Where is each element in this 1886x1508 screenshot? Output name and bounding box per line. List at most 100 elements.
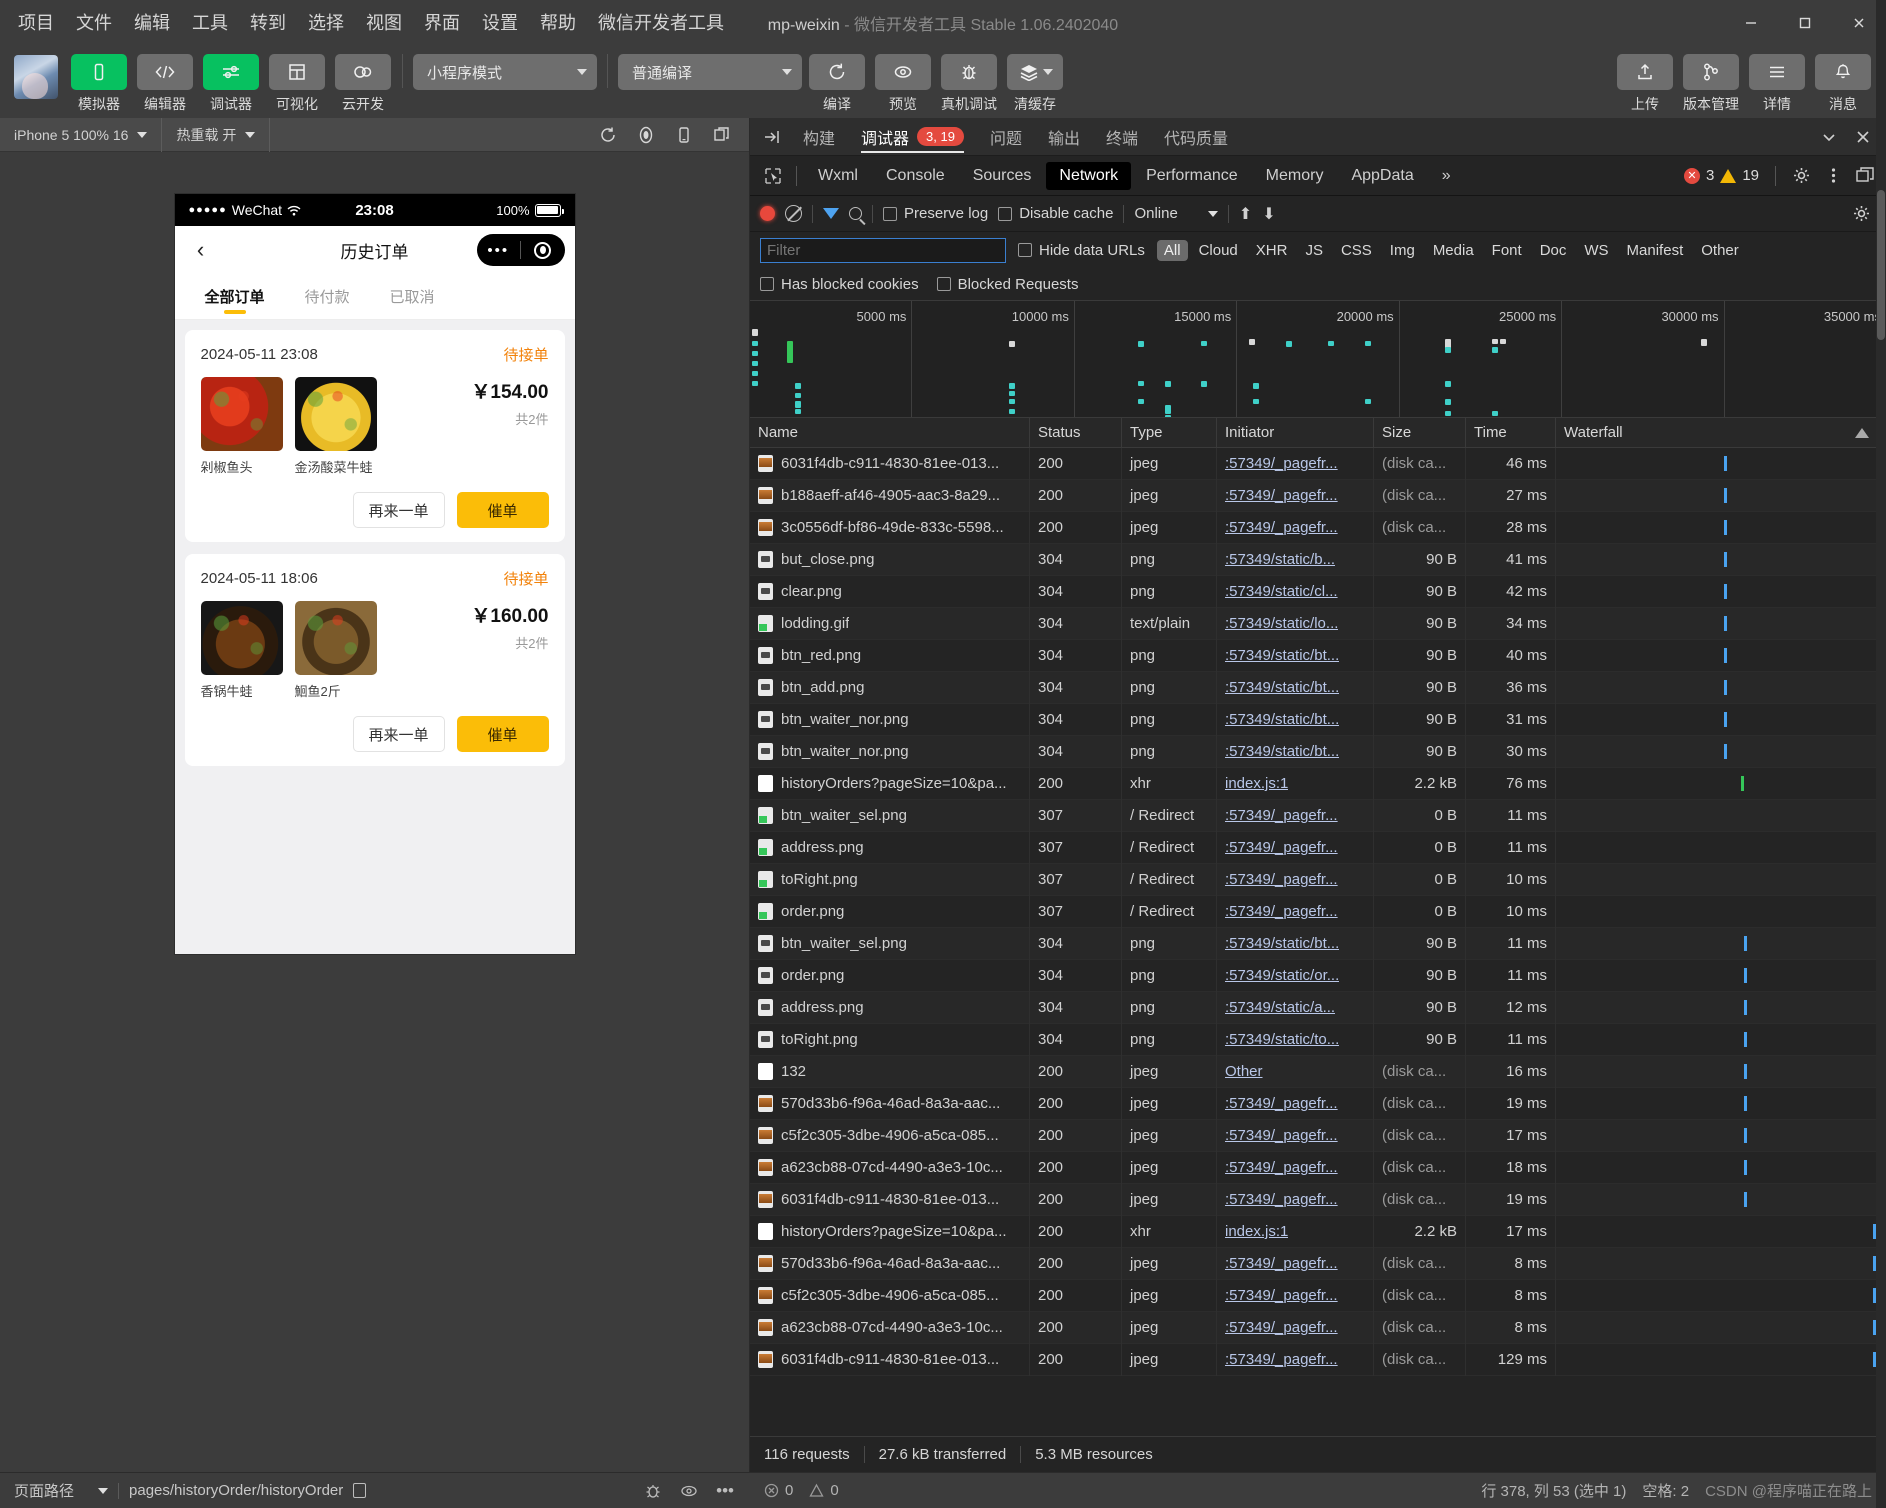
panel-tab-sources[interactable]: Sources [960, 162, 1045, 190]
initiator-link[interactable]: :57349/static/to... [1225, 1031, 1339, 1048]
close-capsule-icon[interactable] [521, 241, 565, 259]
panel-tab-memory[interactable]: Memory [1253, 162, 1337, 190]
devtools-top-tab-0[interactable]: 构建 [790, 118, 848, 156]
initiator-link[interactable]: :57349/static/bt... [1225, 711, 1339, 728]
toolbar-action-2[interactable]: 真机调试 [940, 54, 998, 114]
initiator-link[interactable]: :57349/_pagefr... [1225, 1127, 1338, 1144]
panel-tab-wxml[interactable]: Wxml [805, 162, 871, 190]
compile-select[interactable]: 普通编译 [618, 54, 802, 90]
table-row[interactable]: order.png 304 png:57349/static/or... 90 B 11… [750, 959, 1886, 992]
type-filter-manifest[interactable]: Manifest [1620, 240, 1691, 261]
table-scrollbar[interactable] [1876, 0, 1886, 1508]
table-row[interactable]: lodding.gif 304 text/plain:57349/static/lo… [750, 607, 1886, 640]
urge-order-button[interactable]: 催单 [456, 716, 549, 752]
type-filter-img[interactable]: Img [1383, 240, 1422, 261]
record-network-icon[interactable] [760, 206, 775, 221]
type-filter-js[interactable]: JS [1298, 240, 1330, 261]
toolbar-action-1[interactable]: 预览 [874, 54, 932, 114]
column-header-name[interactable]: Name [750, 418, 1030, 448]
toolbar-item-3[interactable]: 可视化 [268, 54, 326, 114]
panel-tab-console[interactable]: Console [873, 162, 958, 190]
initiator-link[interactable]: :57349/_pagefr... [1225, 903, 1338, 920]
reorder-button[interactable]: 再来一单 [352, 716, 445, 752]
order-item[interactable]: 鮰鱼2斤 [294, 601, 377, 700]
menu-item-9[interactable]: 帮助 [538, 10, 578, 36]
export-har-icon[interactable]: ⬇ [1262, 204, 1275, 224]
order-card[interactable]: 2024-05-11 18:06 待接单 香锅牛蛙 鮰鱼2斤 ￥160.00 共2件 再来一… [184, 554, 565, 766]
type-filter-other[interactable]: Other [1694, 240, 1746, 261]
toolbar-item-4[interactable]: 云开发 [334, 54, 392, 114]
menu-item-8[interactable]: 设置 [480, 10, 520, 36]
indent-setting[interactable]: 空格: 2 [1642, 1480, 1689, 1501]
column-header-time[interactable]: Time [1466, 418, 1556, 448]
initiator-link[interactable]: :57349/static/lo... [1225, 615, 1338, 632]
panel-tab-performance[interactable]: Performance [1133, 162, 1251, 190]
table-row[interactable]: c5f2c305-3dbe-4906-a5ca-085... 200 jpeg:57… [750, 1279, 1886, 1312]
initiator-link[interactable]: :57349/_pagefr... [1225, 1287, 1338, 1304]
type-filter-xhr[interactable]: XHR [1249, 240, 1295, 261]
network-overview-timeline[interactable]: 5000 ms 10000 ms 15000 ms 20000 ms 25000 ms 3… [750, 300, 1886, 418]
hot-reload-select[interactable]: 热重载 开 [162, 117, 271, 152]
table-row[interactable]: c5f2c305-3dbe-4906-a5ca-085... 200 jpeg:57… [750, 1119, 1886, 1152]
devtools-top-tab-4[interactable]: 终端 [1093, 118, 1151, 156]
search-icon[interactable] [849, 207, 862, 220]
toolbar-action-3[interactable]: 清缓存 [1006, 54, 1064, 114]
table-row[interactable]: 570d33b6-f96a-46ad-8a3a-aac... 200 jpeg:57… [750, 1247, 1886, 1280]
device-icon[interactable] [667, 120, 701, 150]
chevron-down-icon[interactable] [1814, 122, 1844, 152]
panel-toggle-icon[interactable] [758, 122, 788, 152]
devtools-top-tab-5[interactable]: 代码质量 [1151, 118, 1241, 156]
gear-icon[interactable] [1786, 161, 1816, 191]
initiator-link[interactable]: :57349/static/bt... [1225, 743, 1339, 760]
type-filter-css[interactable]: CSS [1334, 240, 1379, 261]
initiator-link[interactable]: :57349/_pagefr... [1225, 1159, 1338, 1176]
initiator-link[interactable]: :57349/static/bt... [1225, 647, 1339, 664]
minimize-button[interactable] [1724, 0, 1778, 46]
type-filter-media[interactable]: Media [1426, 240, 1481, 261]
table-row[interactable]: 570d33b6-f96a-46ad-8a3a-aac... 200 jpeg:57… [750, 1087, 1886, 1120]
type-filter-all[interactable]: All [1156, 239, 1188, 261]
menu-item-6[interactable]: 视图 [364, 10, 404, 36]
panel-tab-network[interactable]: Network [1046, 161, 1132, 190]
panel-tab-[interactable]: » [1429, 162, 1464, 190]
menu-item-5[interactable]: 选择 [306, 10, 346, 36]
initiator-link[interactable]: :57349/_pagefr... [1225, 455, 1338, 472]
preserve-log-checkbox[interactable]: Preserve log [883, 205, 988, 222]
refresh-icon[interactable] [809, 54, 865, 90]
initiator-link[interactable]: :57349/static/b... [1225, 551, 1335, 568]
urge-order-button[interactable]: 催单 [456, 492, 549, 528]
blocked-requests-checkbox[interactable]: Blocked Requests [936, 276, 1078, 293]
table-row[interactable]: address.png 304 png:57349/static/a... 90 B1… [750, 991, 1886, 1024]
toolbar-item-2[interactable]: 调试器 [202, 54, 260, 114]
avatar[interactable] [14, 55, 58, 99]
table-row[interactable]: btn_waiter_nor.png 304 png:57349/static/bt… [750, 703, 1886, 736]
has-blocked-cookies-checkbox[interactable]: Has blocked cookies [760, 276, 919, 293]
debug-icon[interactable] [203, 54, 259, 90]
table-row[interactable]: 6031f4db-c911-4830-81ee-013... 200 jpeg:57… [750, 448, 1886, 480]
window-icon[interactable] [705, 120, 739, 150]
initiator-link[interactable]: :57349/static/bt... [1225, 935, 1339, 952]
initiator-link[interactable]: index.js:1 [1225, 1223, 1288, 1240]
menu-item-4[interactable]: 转到 [248, 10, 288, 36]
type-filter-ws[interactable]: WS [1577, 240, 1615, 261]
toolbar-right-item-3[interactable]: 消息 [1814, 54, 1872, 114]
menu-item-3[interactable]: 工具 [190, 10, 230, 36]
type-filter-font[interactable]: Font [1485, 240, 1529, 261]
table-row[interactable]: btn_waiter_sel.png 304 png:57349/static/bt… [750, 927, 1886, 960]
initiator-link[interactable]: :57349/_pagefr... [1225, 871, 1338, 888]
initiator-link[interactable]: :57349/_pagefr... [1225, 1351, 1338, 1368]
table-row[interactable]: toRight.png 307/ Redirect:57349/_pagefr..… [750, 863, 1886, 896]
filter-icon[interactable] [823, 208, 839, 219]
filter-input[interactable] [760, 237, 1006, 263]
code-icon[interactable] [137, 54, 193, 90]
initiator-link[interactable]: :57349/_pagefr... [1225, 1191, 1338, 1208]
close-icon[interactable] [1848, 122, 1878, 152]
toolbar-right-item-1[interactable]: 版本管理 [1682, 54, 1740, 114]
more-icon[interactable]: ••• [716, 1482, 734, 1500]
maximize-button[interactable] [1778, 0, 1832, 46]
type-filter-doc[interactable]: Doc [1533, 240, 1574, 261]
table-row[interactable]: 132 200 jpeg Other (disk ca... 16 ms [750, 1055, 1886, 1088]
panel-tab-appdata[interactable]: AppData [1338, 162, 1426, 190]
devtools-top-tab-3[interactable]: 输出 [1035, 118, 1093, 156]
more-icon[interactable]: ••• [477, 242, 521, 259]
